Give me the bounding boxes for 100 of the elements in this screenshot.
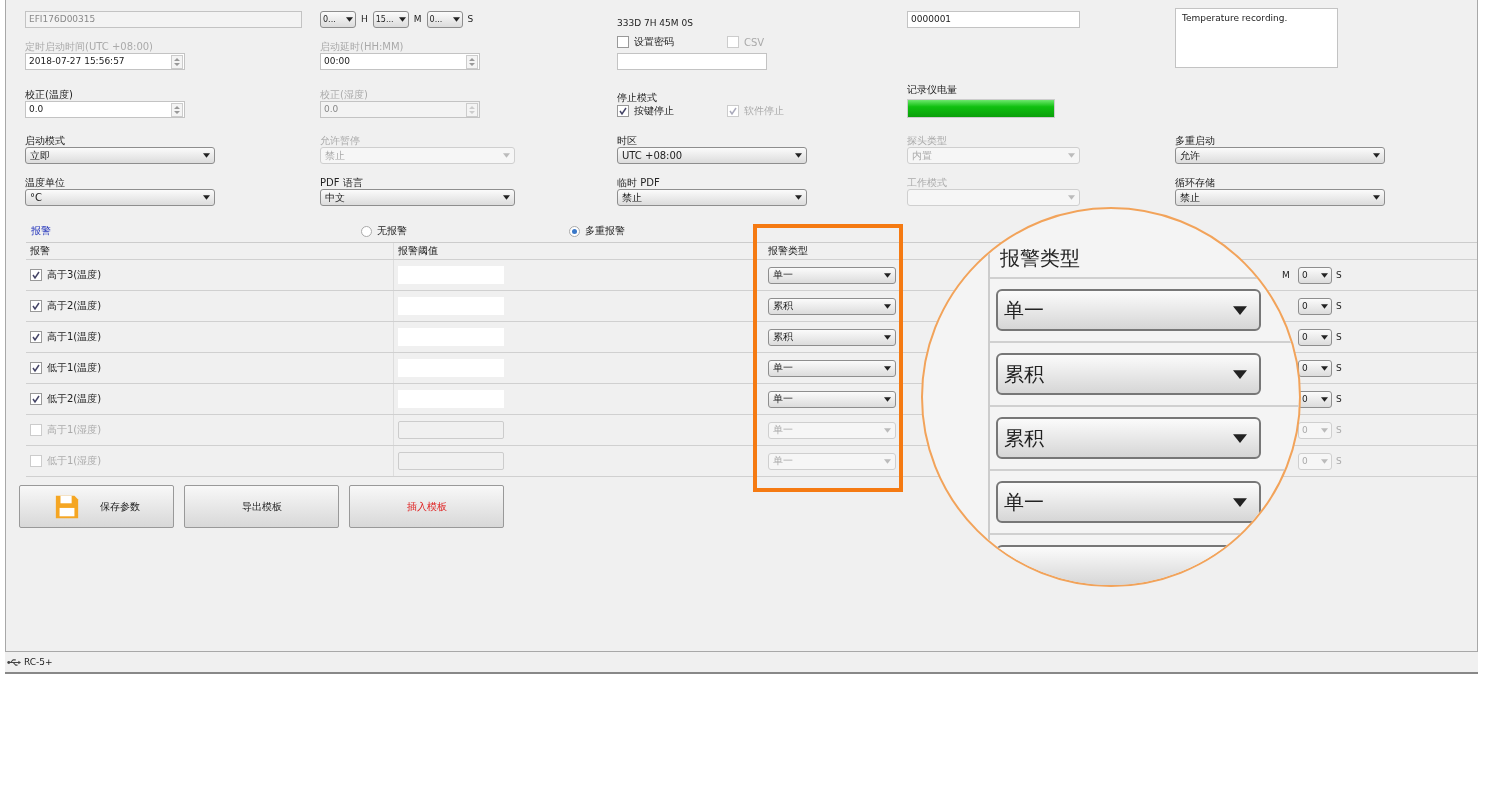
dropdown[interactable]: 0 xyxy=(1298,328,1332,346)
field-label: 循环存储 xyxy=(1175,176,1216,189)
spinner-icon[interactable] xyxy=(466,54,478,69)
unit-label: S xyxy=(1336,456,1342,466)
checkbox-label: 软件停止 xyxy=(744,104,784,118)
dropdown[interactable]: 0... xyxy=(426,10,463,28)
caret-icon xyxy=(1321,303,1328,309)
unit-label: S xyxy=(1336,394,1342,404)
dropdown[interactable]: 禁止 xyxy=(617,189,807,206)
field-label: 多重启动 xyxy=(1175,134,1216,147)
caret-icon xyxy=(1321,427,1328,433)
unit-label: H xyxy=(361,14,368,24)
caret-icon xyxy=(203,195,210,200)
caret-icon xyxy=(503,153,510,158)
caret-icon xyxy=(884,272,891,278)
radio-button[interactable] xyxy=(569,225,580,237)
password-field[interactable] xyxy=(617,53,767,70)
radio-label: 无报警 xyxy=(377,224,407,238)
caret-icon xyxy=(795,195,802,200)
field-label: 允许暂停 xyxy=(320,134,361,147)
caret-icon xyxy=(452,16,460,22)
section-title: 报警 xyxy=(31,224,52,238)
caret-icon xyxy=(346,16,353,22)
field-label: 校正(温度) xyxy=(25,88,74,101)
duration-text: 333D 7H 45M 0S xyxy=(617,18,694,28)
dropdown[interactable]: UTC +08:00 xyxy=(617,147,807,164)
checkbox[interactable] xyxy=(30,331,42,343)
dropdown[interactable]: 0 xyxy=(1298,297,1332,315)
caret-icon xyxy=(884,365,891,371)
caret-icon xyxy=(1068,195,1075,200)
description-field[interactable]: Temperature recording. xyxy=(1175,8,1338,68)
template-button[interactable]: 导出模板 xyxy=(184,485,339,528)
column-header: 报警类型 xyxy=(768,244,808,258)
checkbox-label: 按键停止 xyxy=(634,104,674,118)
checkbox[interactable] xyxy=(617,105,629,117)
checkbox-label: CSV xyxy=(744,36,765,48)
dropdown[interactable]: 立即 xyxy=(25,147,215,164)
spinner-icon[interactable] xyxy=(171,54,183,69)
dropdown[interactable]: 0... xyxy=(320,10,356,28)
dropdown[interactable]: 0 xyxy=(1298,359,1332,377)
caret-icon xyxy=(884,427,891,433)
checkbox[interactable] xyxy=(30,362,42,374)
column-header: 报警 xyxy=(30,244,50,258)
dropdown[interactable]: °C xyxy=(25,189,215,206)
unit-label: S xyxy=(467,14,474,24)
alarm-type-dropdown[interactable]: 单一 xyxy=(768,266,896,284)
spinner-icon[interactable] xyxy=(466,102,478,117)
field-label: 定时启动时间(UTC +08:00) xyxy=(25,40,154,53)
alarm-label: 低于1(温度) xyxy=(47,361,102,375)
caret-icon xyxy=(1233,305,1247,315)
caret-icon xyxy=(884,396,891,402)
radio-label: 多重报警 xyxy=(585,224,625,238)
number-field[interactable]: 0000001 xyxy=(907,11,1080,28)
unit-label: S xyxy=(1336,332,1342,342)
caret-icon xyxy=(1068,153,1075,158)
field-label: 温度单位 xyxy=(25,176,66,189)
alarm-label: 高于3(温度) xyxy=(47,268,102,282)
caret-icon xyxy=(795,153,802,158)
device-name: RC-5+ xyxy=(24,657,53,667)
field-label: 工作模式 xyxy=(907,176,948,189)
checkbox[interactable] xyxy=(617,36,629,48)
unit-label: S xyxy=(1336,363,1342,373)
caret-icon xyxy=(503,195,510,200)
alarm-type-dropdown[interactable]: 单一 xyxy=(768,390,896,408)
save-button[interactable]: 保存参数 xyxy=(19,485,174,528)
calibration-field[interactable]: 0.0 xyxy=(25,101,185,118)
alarm-type-dropdown[interactable]: 累积 xyxy=(768,328,896,346)
field-label: 停止模式 xyxy=(617,91,658,104)
caret-icon xyxy=(1321,396,1328,402)
caret-icon xyxy=(1321,334,1328,340)
checkbox[interactable] xyxy=(30,300,42,312)
dropdown[interactable]: 0 xyxy=(1298,266,1332,284)
caret-icon xyxy=(203,153,210,158)
dropdown[interactable]: 中文 xyxy=(320,189,515,206)
field-label: 时区 xyxy=(617,134,638,147)
caret-icon xyxy=(1321,458,1328,464)
spinner-icon[interactable] xyxy=(171,102,183,117)
radio-button[interactable] xyxy=(361,225,372,237)
dropdown[interactable]: 禁止 xyxy=(1175,189,1385,206)
caret-icon xyxy=(1373,153,1380,158)
checkbox-label: 设置密码 xyxy=(634,35,674,49)
unit-label: S xyxy=(1336,270,1342,280)
dropdown[interactable]: 0 xyxy=(1298,390,1332,408)
field-label: 临时 PDF xyxy=(617,176,661,189)
field-label: 启动模式 xyxy=(25,134,66,147)
dropdown[interactable] xyxy=(907,189,1080,206)
unit-label: M xyxy=(1282,270,1290,280)
unit-label: S xyxy=(1336,301,1342,311)
alarm-type-dropdown[interactable]: 单一 xyxy=(768,359,896,377)
alarm-type-dropdown[interactable]: 累积 xyxy=(768,297,896,315)
caret-icon xyxy=(884,458,891,464)
dropdown[interactable]: 15... xyxy=(372,10,409,28)
column-header: 报警阈值 xyxy=(398,244,438,258)
dropdown[interactable]: 允许 xyxy=(1175,147,1385,164)
caret-icon xyxy=(1321,365,1328,371)
alarm-label: 低于2(温度) xyxy=(47,392,102,406)
caret-icon xyxy=(1233,369,1247,379)
checkbox[interactable] xyxy=(30,269,42,281)
template-button[interactable]: 插入模板 xyxy=(349,485,504,528)
checkbox[interactable] xyxy=(30,393,42,405)
